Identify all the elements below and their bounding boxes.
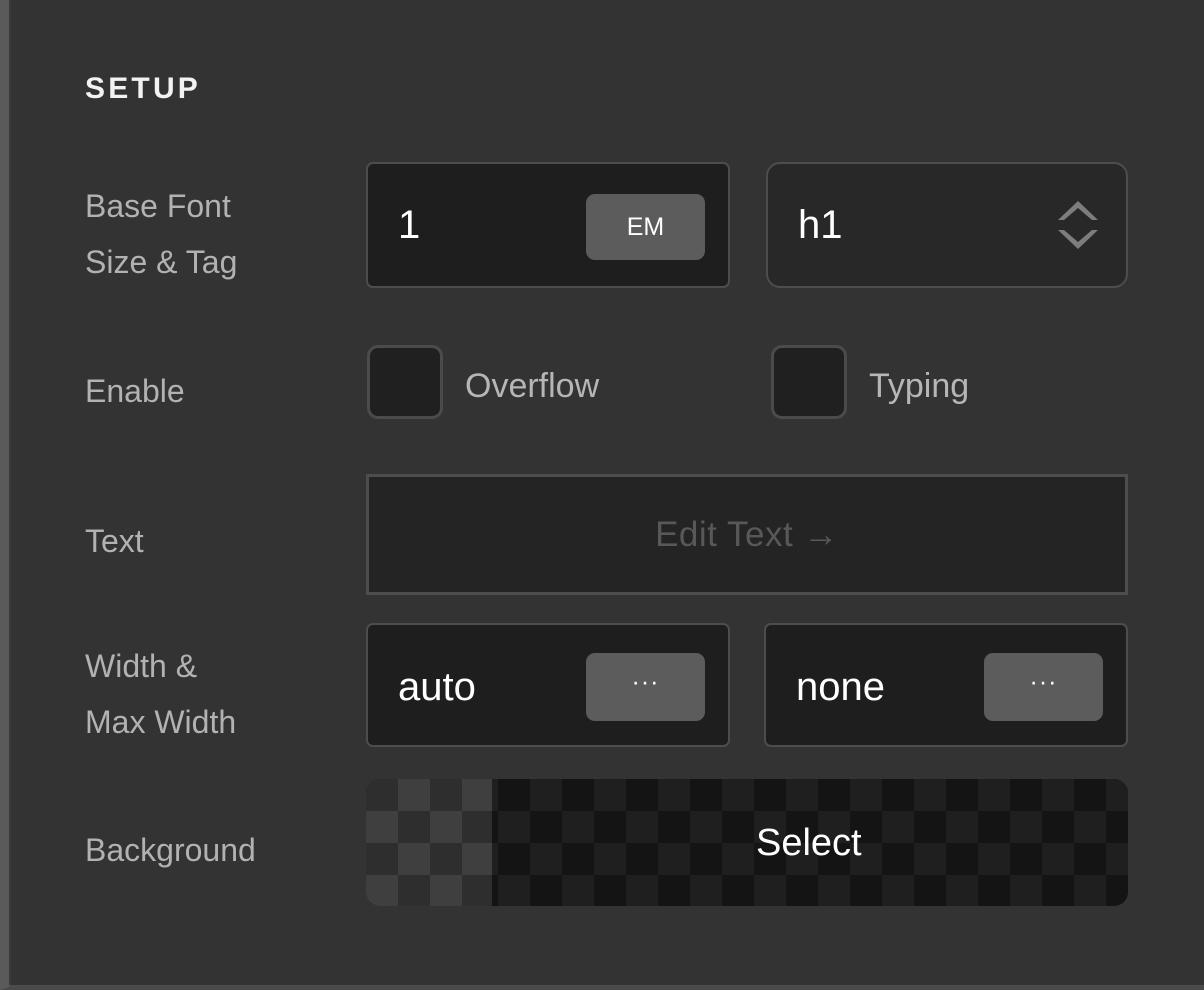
row-label-base-font: Base Font Size & Tag	[85, 178, 237, 290]
checkbox-typing-label: Typing	[869, 369, 969, 403]
font-tag-value: h1	[798, 205, 843, 245]
setup-panel-inner: SETUP Base Font Size & Tag 1 EM h1 Enabl…	[9, 0, 1204, 987]
checker-pattern-light	[366, 779, 492, 906]
max-width-field[interactable]: none ···	[764, 623, 1128, 747]
row-label-background: Background	[85, 822, 256, 878]
setup-panel: SETUP Base Font Size & Tag 1 EM h1 Enabl…	[0, 0, 1204, 990]
font-tag-select[interactable]: h1	[766, 162, 1128, 288]
width-field[interactable]: auto ···	[366, 623, 730, 747]
font-size-unit-button[interactable]: EM	[586, 194, 705, 260]
font-size-field[interactable]: 1 EM	[366, 162, 730, 288]
page-title: SETUP	[85, 74, 201, 104]
row-label-width: Width & Max Width	[85, 638, 236, 750]
max-width-value: none	[796, 667, 885, 707]
checkbox-overflow[interactable]	[367, 345, 443, 419]
edit-text-button-label: Edit Text →	[655, 517, 839, 552]
max-width-unit-button[interactable]: ···	[984, 653, 1103, 721]
row-label-enable: Enable	[85, 363, 185, 419]
row-label-text: Text	[85, 513, 144, 569]
font-size-value: 1	[398, 205, 420, 245]
edit-text-button[interactable]: Edit Text →	[366, 474, 1128, 595]
background-select-label: Select	[756, 824, 862, 862]
width-value: auto	[398, 667, 476, 707]
background-select-swatch[interactable]: Select	[366, 779, 1128, 906]
checkbox-typing[interactable]	[771, 345, 847, 419]
stepper-updown-icon[interactable]	[1056, 199, 1100, 251]
checkbox-overflow-label: Overflow	[465, 369, 599, 403]
width-unit-button[interactable]: ···	[586, 653, 705, 721]
